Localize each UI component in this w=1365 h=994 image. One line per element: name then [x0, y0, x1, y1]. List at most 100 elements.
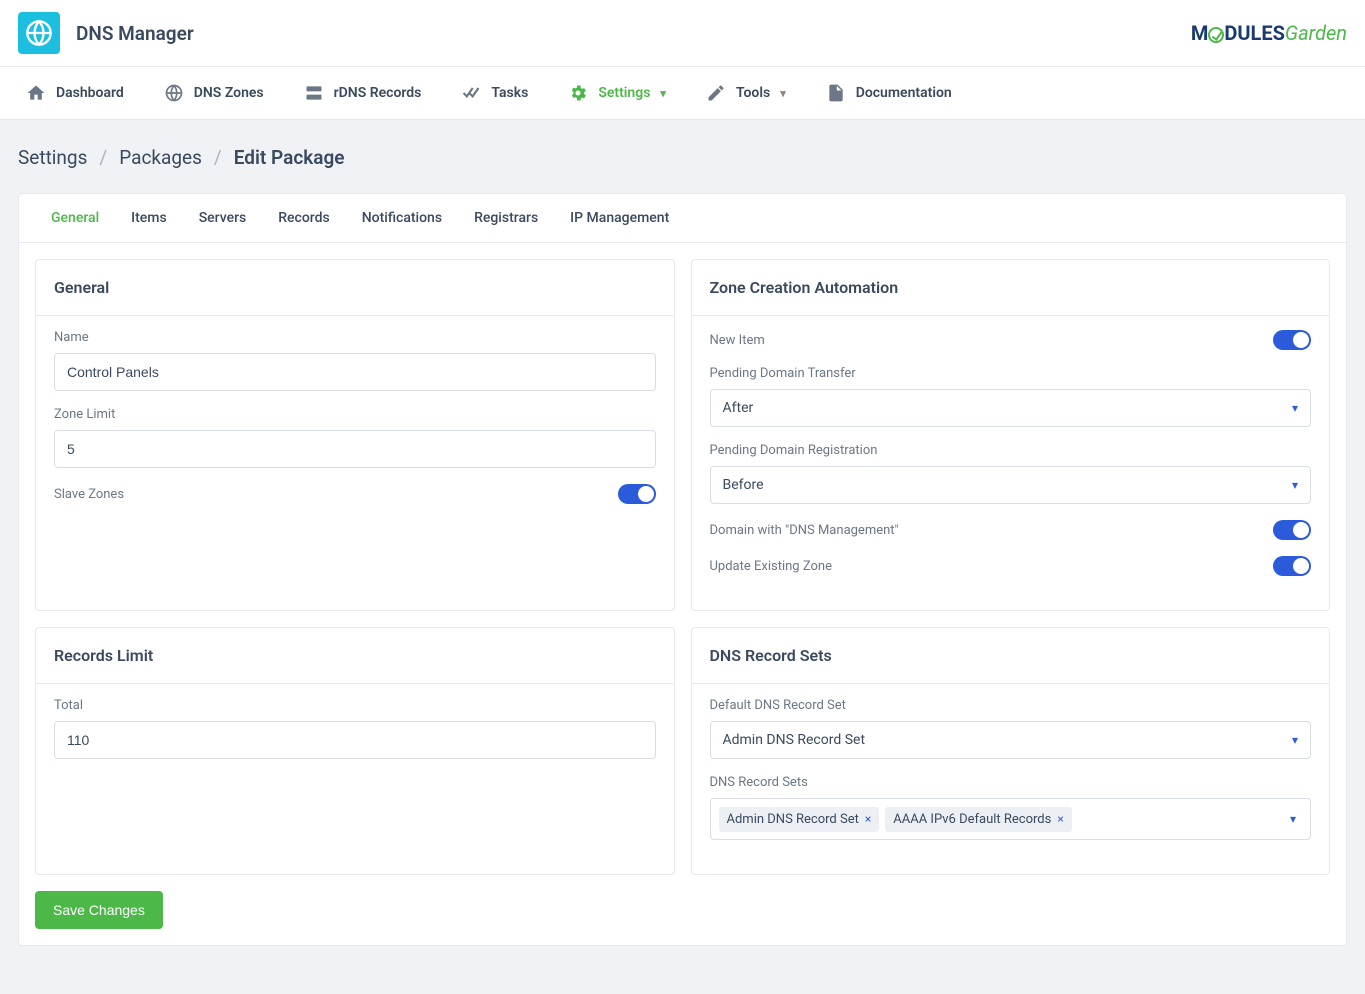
- slave-zones-toggle[interactable]: [618, 484, 656, 504]
- panel-body: Default DNS Record Set Admin DNS Record …: [692, 684, 1330, 874]
- globe-small-icon: [164, 83, 184, 103]
- field-default-set: Default DNS Record Set Admin DNS Record …: [710, 698, 1312, 759]
- tab-records[interactable]: Records: [262, 194, 345, 242]
- panel-title: DNS Record Sets: [692, 628, 1330, 684]
- field-dns-mgmt: Domain with "DNS Management": [710, 520, 1312, 540]
- doc-icon: [826, 83, 846, 103]
- nav-label: Dashboard: [56, 85, 124, 101]
- nav-tasks[interactable]: Tasks: [453, 67, 536, 119]
- nav-docs[interactable]: Documentation: [818, 67, 960, 119]
- home-icon: [26, 83, 46, 103]
- update-existing-toggle[interactable]: [1273, 556, 1311, 576]
- chevron-down-icon: ▾: [660, 87, 666, 100]
- pending-transfer-label: Pending Domain Transfer: [710, 366, 1312, 381]
- field-zone-limit: Zone Limit: [54, 407, 656, 468]
- zone-limit-input[interactable]: [54, 430, 656, 468]
- main-nav: Dashboard DNS Zones rDNS Records Tasks S…: [0, 67, 1365, 120]
- tag-label: AAAA IPv6 Default Records: [893, 812, 1051, 827]
- nav-label: Tools: [736, 85, 770, 101]
- panel-title: General: [36, 260, 674, 316]
- save-button[interactable]: Save Changes: [35, 891, 163, 929]
- tag-remove-icon[interactable]: ×: [865, 812, 871, 826]
- server-icon: [304, 83, 324, 103]
- tag-remove-icon[interactable]: ×: [1057, 812, 1063, 826]
- tab-notifications[interactable]: Notifications: [346, 194, 458, 242]
- tab-bar: General Items Servers Records Notificati…: [19, 194, 1346, 243]
- panel-records-limit: Records Limit Total: [35, 627, 675, 875]
- default-set-select[interactable]: Admin DNS Record Set ▾: [710, 721, 1312, 759]
- header-left: DNS Manager: [18, 12, 194, 54]
- panel-body: Total: [36, 684, 674, 793]
- field-slave-zones: Slave Zones: [54, 484, 656, 504]
- panel-title: Zone Creation Automation: [692, 260, 1330, 316]
- slave-zones-label: Slave Zones: [54, 487, 124, 502]
- tab-servers[interactable]: Servers: [183, 194, 263, 242]
- panel-dns-record-sets: DNS Record Sets Default DNS Record Set A…: [691, 627, 1331, 875]
- field-pending-transfer: Pending Domain Transfer After ▾: [710, 366, 1312, 427]
- breadcrumb-sep: /: [99, 146, 107, 169]
- pending-reg-label: Pending Domain Registration: [710, 443, 1312, 458]
- default-set-label: Default DNS Record Set: [710, 698, 1312, 713]
- dns-mgmt-label: Domain with "DNS Management": [710, 523, 899, 538]
- nav-dnszones[interactable]: DNS Zones: [156, 67, 272, 119]
- field-new-item: New Item: [710, 330, 1312, 350]
- header: DNS Manager MDULESGarden: [0, 0, 1365, 67]
- select-value: Before: [723, 477, 764, 493]
- nav-label: Tasks: [491, 85, 528, 101]
- panel-body: Name Zone Limit Slave Zones: [36, 316, 674, 538]
- pending-transfer-select[interactable]: After ▾: [710, 389, 1312, 427]
- nav-label: rDNS Records: [334, 85, 422, 101]
- nav-dashboard[interactable]: Dashboard: [18, 67, 132, 119]
- pencil-icon: [706, 83, 726, 103]
- total-label: Total: [54, 698, 656, 713]
- nav-rdns[interactable]: rDNS Records: [296, 67, 430, 119]
- panel-general: General Name Zone Limit Slave Zones: [35, 259, 675, 611]
- panels-grid: General Name Zone Limit Slave Zones: [19, 243, 1346, 891]
- new-item-toggle[interactable]: [1273, 330, 1311, 350]
- brand-logo: MDULESGarden: [1191, 21, 1347, 45]
- field-record-sets: DNS Record Sets Admin DNS Record Set × A…: [710, 775, 1312, 840]
- nav-settings[interactable]: Settings ▾: [560, 67, 674, 119]
- field-name: Name: [54, 330, 656, 391]
- nav-tools[interactable]: Tools ▾: [698, 67, 794, 119]
- tag-label: Admin DNS Record Set: [727, 812, 859, 827]
- panel-zone-automation: Zone Creation Automation New Item Pendin…: [691, 259, 1331, 611]
- chevron-down-icon: ▾: [1290, 812, 1302, 826]
- panel-title: Records Limit: [36, 628, 674, 684]
- checks-icon: [461, 83, 481, 103]
- breadcrumb-link[interactable]: Settings: [18, 146, 87, 169]
- breadcrumb-sep: /: [214, 146, 222, 169]
- chevron-down-icon: ▾: [1292, 478, 1298, 492]
- field-total: Total: [54, 698, 656, 759]
- tab-registrars[interactable]: Registrars: [458, 194, 554, 242]
- chevron-down-icon: ▾: [1292, 401, 1298, 415]
- pending-reg-select[interactable]: Before ▾: [710, 466, 1312, 504]
- nav-label: DNS Zones: [194, 85, 264, 101]
- breadcrumb-current: Edit Package: [234, 146, 345, 169]
- tag-item: AAAA IPv6 Default Records ×: [885, 807, 1071, 832]
- name-label: Name: [54, 330, 656, 345]
- app-title: DNS Manager: [76, 22, 194, 45]
- record-sets-label: DNS Record Sets: [710, 775, 1312, 790]
- name-input[interactable]: [54, 353, 656, 391]
- record-sets-multiselect[interactable]: Admin DNS Record Set × AAAA IPv6 Default…: [710, 798, 1312, 840]
- panel-body: New Item Pending Domain Transfer After ▾…: [692, 316, 1330, 610]
- select-value: After: [723, 400, 754, 416]
- zone-limit-label: Zone Limit: [54, 407, 656, 422]
- new-item-label: New Item: [710, 333, 765, 348]
- select-value: Admin DNS Record Set: [723, 732, 866, 748]
- update-existing-label: Update Existing Zone: [710, 559, 832, 574]
- nav-label: Documentation: [856, 85, 952, 101]
- total-input[interactable]: [54, 721, 656, 759]
- tab-ipmanagement[interactable]: IP Management: [554, 194, 685, 242]
- field-pending-reg: Pending Domain Registration Before ▾: [710, 443, 1312, 504]
- breadcrumb-link[interactable]: Packages: [119, 146, 202, 169]
- globe-icon: [18, 12, 60, 54]
- tab-general[interactable]: General: [35, 194, 115, 242]
- dns-mgmt-toggle[interactable]: [1273, 520, 1311, 540]
- gear-icon: [568, 83, 588, 103]
- breadcrumb: Settings / Packages / Edit Package: [0, 120, 1365, 169]
- tab-items[interactable]: Items: [115, 194, 183, 242]
- field-update-existing: Update Existing Zone: [710, 556, 1312, 576]
- main-card: General Items Servers Records Notificati…: [18, 193, 1347, 946]
